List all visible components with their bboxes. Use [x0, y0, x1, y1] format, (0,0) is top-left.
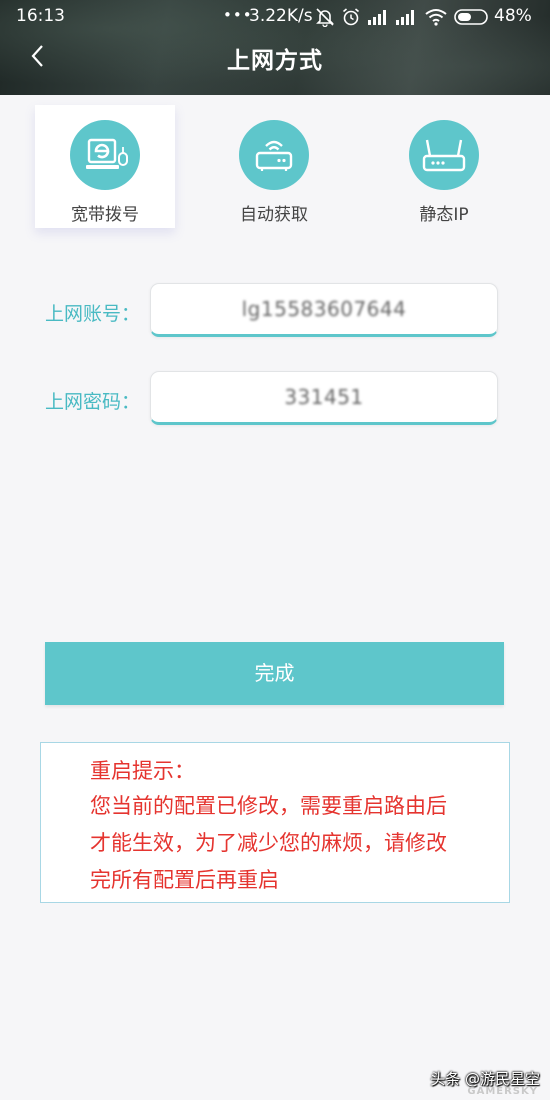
notice-line: 完所有配置后再重启: [90, 868, 279, 892]
password-input[interactable]: 331451: [150, 371, 498, 425]
tab-pppoe[interactable]: 宽带拨号: [35, 105, 175, 228]
tab-label: 宽带拨号: [71, 205, 139, 225]
account-label: 上网账号：: [45, 303, 141, 325]
signal-icon: [368, 10, 386, 25]
notice-line: 您当前的配置已修改，需要重启路由后: [90, 794, 447, 818]
notice-title: 重启提示：: [90, 759, 195, 783]
tab-static-ip[interactable]: 静态IP: [374, 105, 514, 228]
alarm-icon: [342, 8, 360, 26]
router-antenna-icon: [409, 120, 479, 190]
restart-notice: 重启提示： 您当前的配置已修改，需要重启路由后 才能生效，为了减少您的麻烦，请修…: [40, 742, 510, 903]
done-button[interactable]: 完成: [45, 642, 504, 705]
account-input[interactable]: lg15583607644: [150, 283, 498, 337]
password-label: 上网密码：: [45, 391, 141, 413]
page-title: 上网方式: [227, 48, 323, 74]
mute-bell-icon: [316, 8, 334, 27]
account-value: lg15583607644: [241, 297, 407, 321]
signal-icon: [396, 10, 414, 25]
battery-icon: [454, 9, 488, 25]
tab-label: 静态IP: [419, 205, 469, 225]
status-battery-percent: 48%: [494, 6, 532, 26]
watermark-brand: GAMERSKY: [467, 1086, 538, 1097]
status-time: 16:13: [16, 6, 65, 26]
password-value: 331451: [284, 385, 364, 409]
wifi-icon: [425, 9, 447, 26]
top-bar: 16:13 ••• 3.22K/s 48% 上网方式: [0, 0, 550, 95]
pppoe-dial-icon: [70, 120, 140, 190]
tab-label: 自动获取: [240, 205, 308, 225]
router-wifi-icon: [239, 120, 309, 190]
notice-line: 才能生效，为了减少您的麻烦，请修改: [90, 831, 447, 855]
tab-dhcp[interactable]: 自动获取: [204, 105, 344, 228]
status-net-speed: 3.22K/s: [249, 6, 313, 26]
